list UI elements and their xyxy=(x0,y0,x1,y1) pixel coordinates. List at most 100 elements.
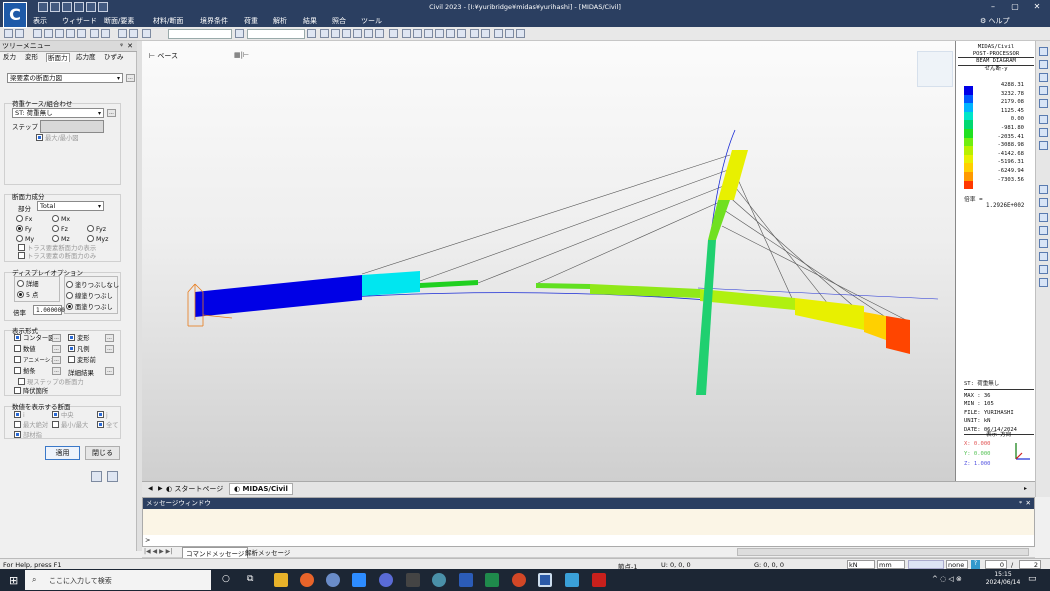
toolbar-select[interactable] xyxy=(168,29,232,39)
notification-icon[interactable]: ▭ xyxy=(1028,574,1037,584)
member-checkbox[interactable]: 部材指 xyxy=(14,431,42,440)
tool-icon[interactable] xyxy=(457,29,466,38)
view-iso-icon[interactable] xyxy=(1039,239,1048,248)
contour-checkbox[interactable]: コンター図 xyxy=(14,334,54,343)
tool-icon[interactable] xyxy=(424,29,433,38)
radio-fy[interactable]: Fy xyxy=(16,225,32,234)
command-prompt[interactable]: > xyxy=(145,536,150,544)
app-icon[interactable] xyxy=(326,573,340,587)
radio-detail[interactable]: 詳細 xyxy=(17,280,39,289)
firefox-icon[interactable] xyxy=(300,573,314,587)
move-icon[interactable] xyxy=(1039,141,1048,150)
diagram-type-select[interactable]: 梁要素の断面力図 ▾ xyxy=(7,73,123,83)
max-abs-checkbox[interactable]: 最大絶対 xyxy=(14,421,48,430)
pan-icon[interactable] xyxy=(1039,99,1048,108)
taskbar-clock[interactable]: 15:15 2024/06/14 xyxy=(985,571,1021,587)
model-view[interactable]: ⊢ ベース ▦|⊢ xyxy=(142,41,955,481)
mirror-more-button[interactable]: ... xyxy=(52,367,61,375)
radio-fyz[interactable]: Fyz xyxy=(87,225,106,234)
tool-icon[interactable] xyxy=(307,29,316,38)
tool-icon[interactable] xyxy=(516,29,525,38)
tool-icon[interactable] xyxy=(364,29,373,38)
tool-icon[interactable] xyxy=(342,29,351,38)
taskbar-search-box[interactable]: ⌕ ここに入力して検索 xyxy=(25,570,211,590)
tab-scroll-left-icon[interactable]: ◀ xyxy=(148,485,153,492)
tool-icon[interactable] xyxy=(389,29,398,38)
help-icon[interactable]: ? xyxy=(971,560,980,569)
close-panel-icon[interactable]: ✕ xyxy=(127,41,133,52)
tool-icon[interactable] xyxy=(142,29,151,38)
detail-result-more-button[interactable]: ... xyxy=(105,367,114,375)
windows-start-icon[interactable]: ⊞ xyxy=(9,574,18,587)
tool-icon[interactable] xyxy=(353,29,362,38)
zoom-out-icon[interactable] xyxy=(1039,86,1048,95)
scale-input[interactable]: 1.000000 xyxy=(33,305,65,315)
deformation-more-button[interactable]: ... xyxy=(105,334,114,342)
app-logo[interactable]: C xyxy=(3,2,27,28)
menu-wizard[interactable]: ウィザード xyxy=(62,16,97,26)
tool-icon[interactable] xyxy=(331,29,340,38)
close-icon[interactable]: ✕ xyxy=(1030,2,1044,11)
view-option-icon[interactable] xyxy=(1039,278,1048,287)
word-icon[interactable] xyxy=(459,573,473,587)
menu-analysis[interactable]: 解析 xyxy=(273,16,287,26)
tool-icon[interactable] xyxy=(66,29,75,38)
tool-icon[interactable] xyxy=(402,29,411,38)
current-step-checkbox[interactable]: 現ステップの断面力 xyxy=(18,378,84,387)
radio-my[interactable]: My xyxy=(16,235,34,244)
tab-menu-icon[interactable]: ▸ xyxy=(1024,485,1027,492)
menu-material-section[interactable]: 材料/断面 xyxy=(153,16,183,26)
rotate-icon[interactable] xyxy=(1039,115,1048,124)
menu-view[interactable]: 表示 xyxy=(33,16,47,26)
loadcase-more-button[interactable]: ... xyxy=(107,109,116,117)
radio-line-fill[interactable]: 線塗りつぶし xyxy=(66,292,113,301)
tab-deformation[interactable]: 変形 xyxy=(24,53,39,62)
pin-icon[interactable]: ᵠ xyxy=(1019,498,1022,509)
task-view-icon[interactable]: ⧉ xyxy=(247,574,253,584)
excel-icon[interactable] xyxy=(485,573,499,587)
zoom-in-icon[interactable] xyxy=(1039,73,1048,82)
tool-icon[interactable] xyxy=(77,29,86,38)
menu-check[interactable]: 照合 xyxy=(332,16,346,26)
radio-fz[interactable]: Fz xyxy=(52,225,68,234)
toolbar-select[interactable] xyxy=(247,29,305,39)
tool-icon[interactable] xyxy=(481,29,490,38)
status-tools-icon[interactable] xyxy=(908,560,944,569)
radio-mz[interactable]: Mz xyxy=(52,235,70,244)
tool-icon[interactable] xyxy=(118,29,127,38)
view-iso-icon[interactable] xyxy=(1039,252,1048,261)
view-top-icon[interactable] xyxy=(1039,198,1048,207)
tool-icon[interactable] xyxy=(375,29,384,38)
zoom-icon[interactable] xyxy=(352,573,366,587)
powerpoint-icon[interactable] xyxy=(512,573,526,587)
tab-strain[interactable]: ひずみ xyxy=(103,53,125,62)
radio-solid-fill[interactable]: 面塗りつぶし xyxy=(66,303,113,312)
animation-more-button[interactable]: ... xyxy=(52,356,61,364)
deformation-checkbox[interactable]: 変形 xyxy=(68,334,90,343)
tool-icon[interactable] xyxy=(494,29,503,38)
menu-boundary[interactable]: 境界条件 xyxy=(200,16,228,26)
i-end-checkbox[interactable]: i xyxy=(14,411,25,420)
tool-icon[interactable] xyxy=(55,29,64,38)
app-icon[interactable] xyxy=(432,573,446,587)
app-icon[interactable] xyxy=(406,573,420,587)
tool-icon[interactable] xyxy=(320,29,329,38)
minmax-checkbox[interactable]: 最大/最小図 xyxy=(36,134,79,143)
truss-only-checkbox[interactable]: トラス要素の断面力のみ xyxy=(18,252,96,261)
zoom-fit-icon[interactable] xyxy=(1039,47,1048,56)
tab-midas-civil[interactable]: ◐ MIDAS/Civil xyxy=(229,483,293,495)
legend-more-button[interactable]: ... xyxy=(105,345,114,353)
pin-icon[interactable]: ᵠ xyxy=(120,41,123,52)
close-icon[interactable]: ✕ xyxy=(1026,498,1031,509)
tab-stress[interactable]: 応力度 xyxy=(75,53,97,62)
menu-results[interactable]: 結果 xyxy=(303,16,317,26)
menu-node-element[interactable]: 断面/要素 xyxy=(104,16,134,26)
mirror-checkbox[interactable]: 拠条 xyxy=(14,367,36,376)
table-icon[interactable] xyxy=(91,471,102,482)
tool-icon[interactable] xyxy=(101,29,110,38)
tool-icon[interactable] xyxy=(15,29,24,38)
none-select[interactable]: none xyxy=(946,560,968,569)
more-button[interactable]: ... xyxy=(126,74,135,82)
anchor-icon[interactable] xyxy=(1039,265,1048,274)
view-iso-icon[interactable] xyxy=(1039,213,1048,222)
